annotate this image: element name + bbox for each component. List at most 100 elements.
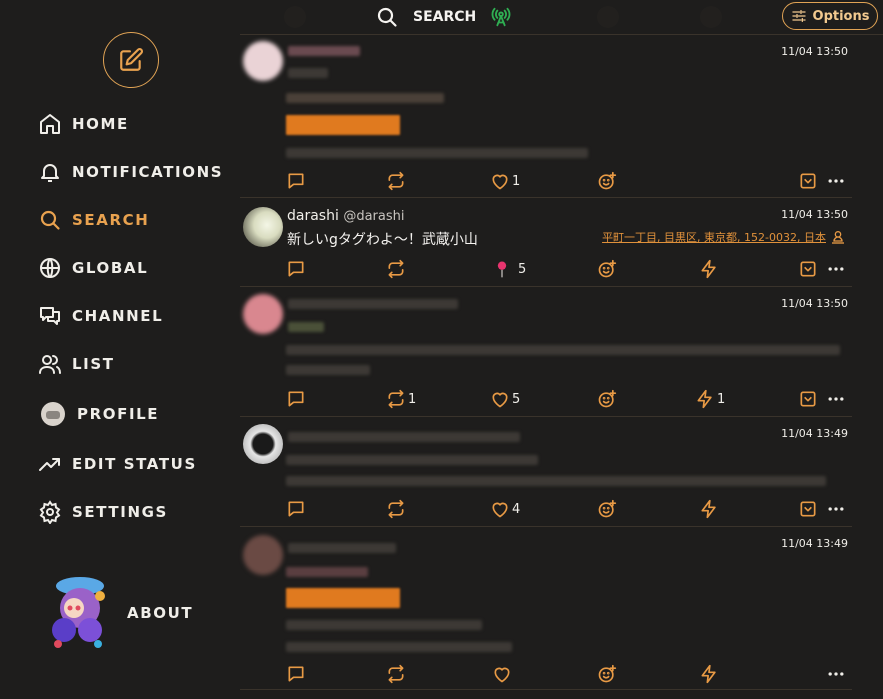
zap-button[interactable] [699,259,719,279]
reply-button[interactable] [286,499,306,519]
sidebar: HOME NOTIFICATIONS SEARCH GLOBAL CHANNEL… [0,0,232,699]
search-title-group: SEARCH [375,5,512,29]
blurred-tag [286,115,400,135]
like-count: 4 [512,501,521,517]
nav-profile[interactable]: PROFILE [41,402,159,426]
avatar[interactable] [243,41,283,81]
nav-list[interactable]: LIST [38,352,115,376]
renote-button[interactable] [386,664,408,684]
blurred-text [286,620,482,630]
avatar[interactable] [243,207,283,247]
more-button[interactable] [826,499,846,519]
compose-button[interactable] [103,32,159,88]
nav-search[interactable]: SEARCH [38,208,149,232]
blurred-text [286,365,370,375]
renote-count: 1 [408,391,417,407]
like-button[interactable]: 4 [490,499,520,519]
post-author[interactable]: darashi @darashi [287,208,404,224]
nav-home[interactable]: HOME [38,112,129,136]
more-button[interactable] [826,171,846,191]
renote-button[interactable] [386,171,408,191]
like-button[interactable] [492,664,514,684]
nav-profile-label: PROFILE [77,405,160,423]
post-timestamp[interactable]: 11/04 13:50 [781,45,848,58]
reply-button[interactable] [286,664,306,684]
nav-channel[interactable]: CHANNEL [38,304,163,328]
blurred-decoration [597,6,619,28]
reaction-count: 5 [518,261,527,277]
zap-button[interactable]: 1 [695,389,725,409]
more-menu-toggle[interactable] [798,389,818,409]
renote-button[interactable]: 1 [386,389,416,409]
nav-edit-status-label: EDIT STATUS [72,455,197,473]
gear-icon [39,500,61,524]
repeat-icon [388,664,404,684]
more-menu-toggle[interactable] [798,499,818,519]
emoji-add-icon [598,389,617,408]
post-actions: 4 [286,499,852,521]
renote-button[interactable] [386,499,408,519]
post-actions: 1 [286,171,852,193]
more-button[interactable] [826,259,846,279]
more-menu-toggle[interactable] [798,259,818,279]
blurred-tag [286,588,400,608]
nav-settings[interactable]: SETTINGS [38,500,168,524]
add-reaction-button[interactable] [597,171,617,191]
nav-about-label[interactable]: ABOUT [127,604,193,622]
more-button[interactable] [826,664,846,684]
home-icon [40,114,60,134]
emoji-add-icon [598,664,617,683]
timeline-post[interactable]: darashi @darashi 11/04 13:50 新しいgタグわよ〜！武… [240,198,852,287]
nav-global[interactable]: GLOBAL [38,256,148,280]
repeat-icon [388,499,404,519]
add-reaction-button[interactable] [597,499,617,519]
add-reaction-button[interactable] [597,664,617,684]
zap-button[interactable] [699,664,721,684]
timeline-post[interactable]: 11/04 13:49 [240,527,852,690]
post-timestamp[interactable]: 11/04 13:50 [781,297,848,310]
heart-icon [492,392,508,408]
options-label: Options [812,8,870,24]
chevron-down-box-icon [800,173,816,189]
more-menu-toggle[interactable] [798,171,818,191]
nav-global-label: GLOBAL [72,259,149,277]
pencil-square-icon [120,48,143,71]
like-count: 5 [512,391,521,407]
nav-edit-status[interactable]: EDIT STATUS [38,452,197,476]
renote-button[interactable] [386,259,406,279]
reply-button[interactable] [286,389,306,409]
author-handle: @darashi [343,209,405,224]
reply-button[interactable] [286,171,306,191]
search-icon[interactable] [375,5,399,29]
reply-button[interactable] [286,259,306,279]
blurred-reply-line [286,567,368,577]
repeat-icon [388,259,404,279]
about-mascot-image[interactable] [44,574,116,652]
location-link[interactable]: 平町一丁目, 目黒区, 東京都, 152-0032, 日本 [602,229,846,245]
like-button[interactable]: 5 [490,389,520,409]
post-actions: 5 [286,259,852,281]
timeline-post[interactable]: 11/04 13:49 4 [240,417,852,527]
timeline-post[interactable]: 11/04 13:50 1 5 1 [240,287,852,417]
post-actions [286,664,852,686]
post-timestamp[interactable]: 11/04 13:49 [781,537,848,550]
author-name: darashi [287,208,339,224]
nav-notifications[interactable]: NOTIFICATIONS [38,160,223,184]
options-button[interactable]: Options [782,2,878,30]
post-timestamp[interactable]: 11/04 13:49 [781,427,848,440]
blurred-text [286,345,840,355]
blurred-text [286,476,826,486]
more-button[interactable] [826,389,846,409]
zap-button[interactable] [699,499,721,519]
post-content: 新しいgタグわよ〜！武蔵小山 [287,232,478,248]
avatar[interactable] [243,535,283,575]
timeline-post[interactable]: 11/04 13:50 1 [240,35,852,198]
add-reaction-button[interactable] [597,389,617,409]
like-button[interactable]: 1 [490,171,520,191]
avatar[interactable] [243,294,283,334]
pin-reaction-button[interactable]: 5 [492,259,526,279]
avatar[interactable] [243,424,283,464]
post-timestamp[interactable]: 11/04 13:50 [781,208,848,221]
add-reaction-button[interactable] [597,259,617,279]
ellipsis-icon [828,267,844,271]
